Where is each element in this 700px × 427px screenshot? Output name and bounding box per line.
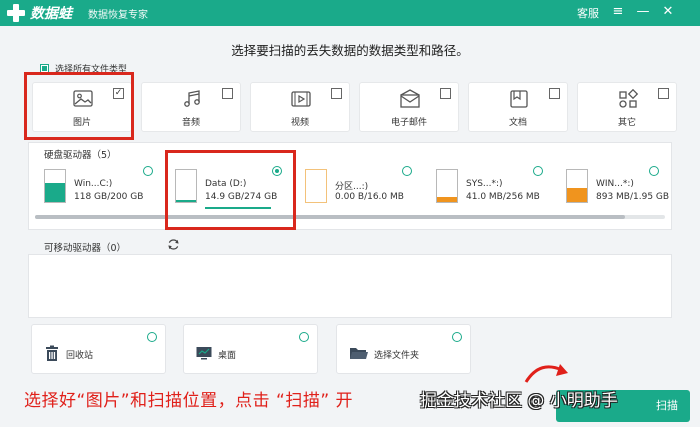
location-label: 桌面 [218, 351, 237, 361]
drive-icon [44, 169, 66, 203]
type-card-video[interactable]: 视频 [250, 82, 350, 132]
red-arrow-icon [524, 364, 568, 383]
drive-radio-partition[interactable] [402, 166, 412, 176]
location-desktop[interactable]: 桌面 [183, 324, 318, 374]
type-card-email[interactable]: 电子邮件 [359, 82, 459, 132]
other-icon [619, 88, 639, 108]
type-label-other: 其它 [617, 118, 636, 128]
hard-drive-title: 硬盘驱动器（5） [44, 150, 117, 161]
location-label: 回收站 [66, 351, 94, 361]
app-slogan: 数据恢复专家 [88, 10, 148, 21]
drive-win[interactable]: WIN...*:) 893 MB/1.95 GB [566, 165, 678, 215]
drive-radio-sys[interactable] [533, 166, 543, 176]
service-link[interactable]: 客服 [577, 5, 599, 21]
menu-button[interactable]: ≡ [609, 3, 627, 21]
document-icon [510, 90, 528, 108]
drive-size: 118 GB/200 GB [74, 192, 144, 202]
drive-radio-c[interactable] [143, 166, 153, 176]
drive-c[interactable]: Win...C:) 118 GB/200 GB [44, 165, 156, 215]
app-brand: 数据蛙 [30, 6, 72, 22]
minimize-button[interactable]: — [634, 3, 652, 21]
drive-usage-fill [45, 183, 65, 202]
page-headline: 选择要扫描的丢失数据的数据类型和路径。 [231, 43, 469, 58]
type-card-audio[interactable]: 音频 [141, 82, 241, 132]
drive-usage-fill [567, 187, 587, 202]
removable-title: 可移动驱动器（0） [44, 243, 127, 254]
drive-partition[interactable]: 分区...:) 0.00 B/16.0 MB [305, 165, 417, 215]
location-label: 选择文件夹 [374, 351, 420, 361]
type-checkbox-document[interactable] [549, 88, 560, 99]
type-checkbox-other[interactable] [658, 88, 669, 99]
watermark-text: 掘金技术社区 @ 小明助手 [420, 391, 618, 411]
drive-usage-fill [437, 196, 457, 202]
type-checkbox-email[interactable] [440, 88, 451, 99]
desktop-icon [196, 347, 212, 360]
drive-size: 41.0 MB/256 MB [466, 192, 540, 202]
video-icon [291, 91, 311, 107]
mail-icon [400, 89, 420, 108]
drive-size: 0.00 B/16.0 MB [335, 192, 404, 202]
removable-drive-panel [28, 254, 672, 318]
type-checkbox-audio[interactable] [222, 88, 233, 99]
refresh-icon[interactable] [167, 238, 180, 251]
drive-sys[interactable]: SYS...*:) 41.0 MB/256 MB [436, 165, 548, 215]
drive-icon [305, 169, 327, 203]
trash-icon [46, 345, 58, 361]
drive-icon [566, 169, 588, 203]
drive-scrollbar[interactable] [35, 215, 665, 219]
location-choose-folder[interactable]: 选择文件夹 [336, 324, 471, 374]
type-card-other[interactable]: 其它 [577, 82, 677, 132]
drive-name: WIN...*:) [596, 179, 634, 189]
drive-radio-win[interactable] [649, 166, 659, 176]
type-label-audio: 音频 [181, 118, 200, 128]
folder-icon [350, 348, 368, 359]
type-checkbox-video[interactable] [331, 88, 342, 99]
close-button[interactable]: ✕ [659, 3, 677, 21]
type-label-document: 文档 [508, 118, 527, 128]
type-label-email: 电子邮件 [390, 118, 427, 128]
location-recycle-bin[interactable]: 回收站 [31, 324, 166, 374]
title-bar: 数据蛙 数据恢复专家 客服 ≡ — ✕ [0, 0, 700, 26]
type-label-video: 视频 [290, 118, 309, 128]
location-radio[interactable] [452, 332, 462, 342]
instruction-caption: 选择好“图片”和扫描位置，点击 “扫描” 开 [24, 391, 354, 411]
drive-name: Win...C:) [74, 179, 113, 189]
app-logo-icon [7, 4, 25, 22]
drive-name: 分区...:) [335, 182, 369, 192]
drive-name: SYS...*:) [466, 179, 503, 189]
highlight-image-type [24, 72, 134, 140]
highlight-drive-d [165, 150, 296, 230]
music-icon [184, 90, 200, 107]
location-radio[interactable] [299, 332, 309, 342]
location-radio[interactable] [147, 332, 157, 342]
drive-icon [436, 169, 458, 203]
drive-scroll-thumb[interactable] [35, 215, 625, 219]
drive-size: 893 MB/1.95 GB [596, 192, 670, 202]
type-card-document[interactable]: 文档 [468, 82, 568, 132]
